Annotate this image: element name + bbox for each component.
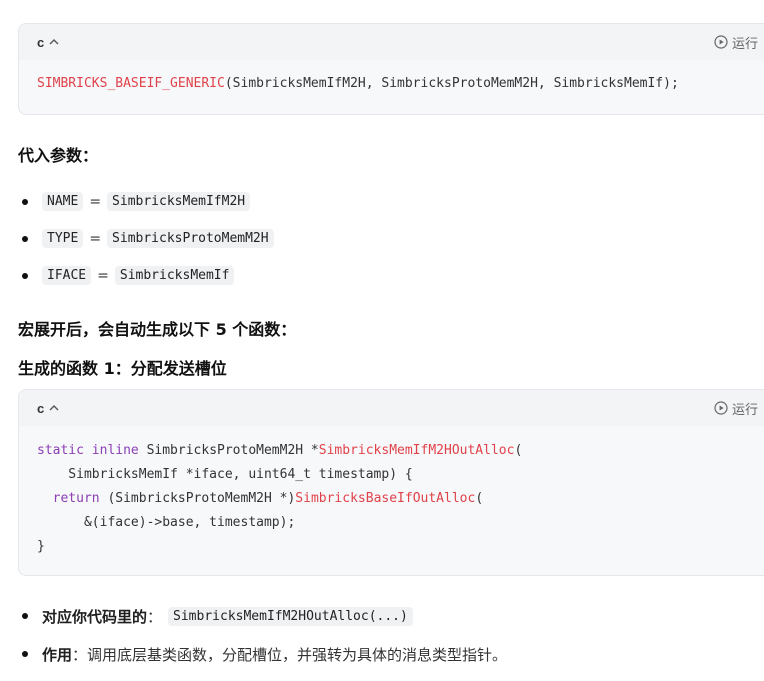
param-value: SimbricksMemIfM2H [107, 192, 251, 211]
list-item: NAME = SimbricksMemIfM2H [18, 183, 274, 220]
bullet-dot [22, 198, 28, 205]
bullet-dot [22, 272, 28, 279]
chat-answer: c 运行 SIMBRICKS_BASEIF_GENERIC(SimbricksM… [0, 0, 764, 681]
code-text: SimbricksProtoMemM2H * [138, 443, 319, 458]
code-keyword: return [52, 491, 100, 506]
run-button[interactable]: 运行 [714, 33, 758, 52]
note-label: 对应你代码里的 [42, 607, 148, 626]
code-block-header: c 运行 [19, 390, 764, 426]
run-label: 运行 [731, 402, 758, 418]
note-code: SimbricksMemIfM2HOutAlloc(...) [168, 606, 413, 626]
param-name: TYPE [42, 229, 84, 248]
param-name: IFACE [42, 266, 92, 285]
language-label: c [37, 400, 45, 416]
note-text: 调用底层基类函数，分配槽位，并强转为具体的消息类型指针。 [87, 645, 508, 664]
language-toggle[interactable]: c [37, 401, 60, 416]
params-list: NAME = SimbricksMemIfM2H TYPE = Simbrick… [18, 183, 274, 294]
bullet-dot [22, 651, 28, 657]
language-toggle[interactable]: c [37, 35, 60, 50]
param-value: SimbricksProtoMemM2H [107, 229, 274, 248]
code-block-2: c 运行 static inline SimbricksProtoMemM2H … [18, 389, 764, 576]
code-line-5: } [37, 539, 45, 554]
code-line-2: SimbricksMemIf *iface, uint64_t timestam… [37, 467, 413, 482]
code-content: SIMBRICKS_BASEIF_GENERIC(SimbricksMemIfM… [19, 60, 764, 108]
note-label: 作用 [42, 645, 73, 664]
note-separator: ： [147, 607, 163, 626]
notes-list: 对应你代码里的 ： SimbricksMemIfM2HOutAlloc(...)… [18, 597, 507, 673]
code-block-header: c 运行 [19, 24, 764, 60]
equals-sign: = [89, 193, 102, 210]
param-value: SimbricksMemIf [114, 266, 235, 285]
code-function-name: SIMBRICKS_BASEIF_GENERIC [37, 76, 225, 91]
code-function-name: SimbricksBaseIfOutAlloc [295, 491, 476, 506]
code-text: ( [514, 443, 523, 458]
param-name: NAME [42, 192, 84, 211]
chevron-up-icon [49, 405, 59, 411]
code-keyword: static inline [37, 443, 139, 458]
code-line-4: &(iface)->base, timestamp); [37, 515, 296, 530]
equals-sign: = [89, 230, 102, 247]
equals-sign: = [97, 267, 109, 284]
list-item: 对应你代码里的 ： SimbricksMemIfM2HOutAlloc(...) [18, 597, 507, 635]
list-item: TYPE = SimbricksProtoMemM2H [18, 220, 274, 257]
code-function-name: SimbricksMemIfM2HOutAlloc [318, 443, 515, 458]
run-button[interactable]: 运行 [714, 399, 758, 418]
chevron-up-icon [49, 39, 59, 45]
play-circle-icon [714, 35, 728, 49]
expand-heading: 宏展开后，会自动生成以下 5 个函数： [18, 320, 297, 339]
list-item: IFACE = SimbricksMemIf [18, 257, 274, 294]
code-content: static inline SimbricksProtoMemM2H *Simb… [19, 426, 764, 571]
language-label: c [37, 34, 45, 50]
play-circle-icon [714, 401, 728, 415]
code-line-3: return (SimbricksProtoMemM2H *)Simbricks… [37, 487, 746, 511]
run-label: 运行 [731, 36, 758, 52]
code-text: (SimbricksProtoMemM2H *) [99, 491, 296, 506]
code-text: ( [475, 491, 484, 506]
code-line-1: static inline SimbricksProtoMemM2H *Simb… [37, 439, 746, 463]
note-separator: ： [72, 645, 88, 664]
function-1-heading: 生成的函数 1：分配发送槽位 [18, 359, 227, 378]
code-block-1: c 运行 SIMBRICKS_BASEIF_GENERIC(SimbricksM… [18, 23, 764, 115]
bullet-dot [22, 235, 28, 242]
bullet-dot [22, 613, 28, 619]
params-heading: 代入参数： [18, 146, 99, 165]
code-arguments: (SimbricksMemIfM2H, SimbricksProtoMemM2H… [224, 76, 679, 91]
list-item: 作用 ： 调用底层基类函数，分配槽位，并强转为具体的消息类型指针。 [18, 635, 507, 673]
